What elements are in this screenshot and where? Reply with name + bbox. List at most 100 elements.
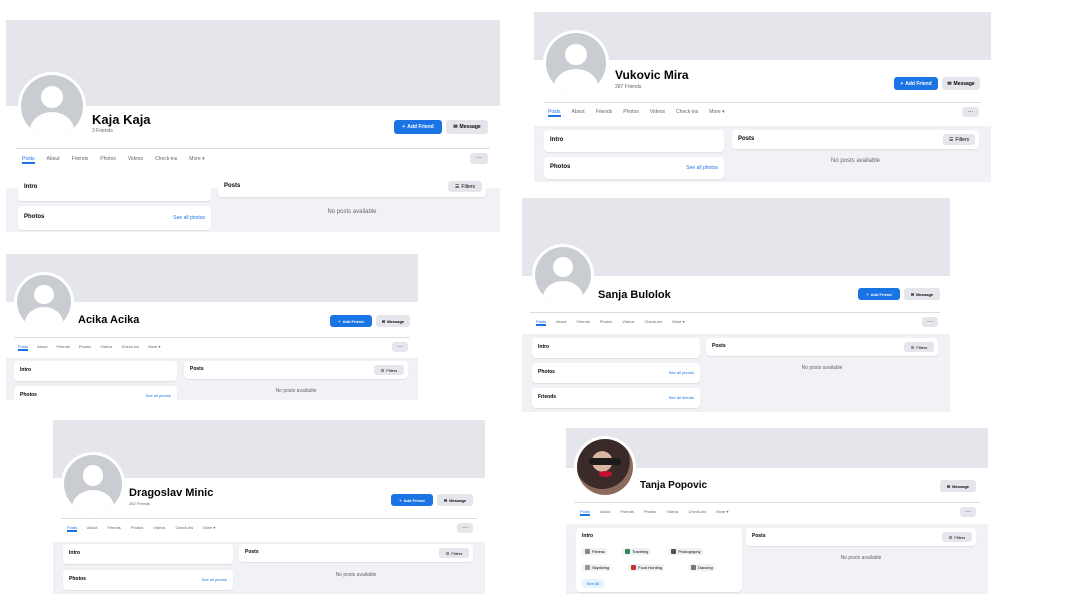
see-all-photos-link[interactable]: See all photos (202, 577, 227, 582)
tab-videos[interactable]: Videos (100, 344, 112, 351)
add-friend-button[interactable]: + Add Friend (394, 120, 442, 134)
profile-avatar[interactable] (61, 452, 125, 516)
tab-posts[interactable]: Posts (536, 319, 547, 326)
tab-photos[interactable]: Photos (100, 156, 116, 164)
tab-about[interactable]: About (556, 319, 566, 326)
tab-check-ins[interactable]: Check-ins (121, 344, 139, 351)
tab-posts[interactable]: Posts (22, 156, 35, 164)
tab-photos[interactable]: Photos (131, 525, 143, 532)
add-friend-button[interactable]: + Add Friend (894, 77, 938, 90)
tab-about[interactable]: About (87, 525, 97, 532)
tab-friends[interactable]: Friends (56, 344, 69, 351)
friends-count[interactable]: 282 Friends (129, 501, 150, 506)
tab-videos[interactable]: Videos (153, 525, 165, 532)
tab-photos[interactable]: Photos (79, 344, 91, 351)
tab-more[interactable]: More ▾ (716, 509, 728, 516)
tab-posts[interactable]: Posts (580, 509, 591, 516)
profile-avatar[interactable] (532, 244, 594, 306)
message-button[interactable]: ✉ Message (376, 315, 410, 327)
tab-about[interactable]: About (600, 509, 610, 516)
friends-count[interactable]: 3 Friends (92, 128, 113, 134)
see-all-photos-link[interactable]: See all photos (669, 370, 694, 375)
messenger-icon: ✉ (443, 497, 448, 503)
profile-tabs: Posts About Friends Photos Videos Check-… (536, 319, 684, 326)
friends-count[interactable]: 287 Friends (615, 84, 641, 90)
filters-button[interactable]: ☰ Filters (943, 134, 975, 145)
more-options-button[interactable]: ··· (922, 317, 938, 327)
tab-friends[interactable]: Friends (576, 319, 589, 326)
tab-more[interactable]: More ▾ (148, 344, 160, 351)
tab-about[interactable]: About (572, 109, 585, 117)
tab-more[interactable]: More ▾ (709, 109, 724, 117)
filters-button[interactable]: ☰ Filters (904, 342, 934, 352)
tab-check-ins[interactable]: Check-ins (155, 156, 177, 164)
tab-more[interactable]: More ▾ (189, 156, 204, 164)
tab-videos[interactable]: Videos (622, 319, 634, 326)
tab-photos[interactable]: Photos (623, 109, 639, 117)
see-all-friends-link[interactable]: See all friends (669, 395, 694, 400)
message-button[interactable]: ✉ Message (940, 480, 976, 492)
message-button[interactable]: ✉ Message (904, 288, 940, 300)
no-posts-message: No posts available (275, 388, 317, 394)
lips-shape (599, 471, 612, 478)
no-posts-message: No posts available (327, 209, 377, 215)
filters-button[interactable]: ☰ Filters (448, 181, 482, 192)
interest-chip: Traveling (622, 548, 652, 555)
profile-card-sanja-bulolok: Sanja Bulolok + Add Friend ✉ Message Posts… (522, 198, 950, 412)
interest-chip: Skydiving (582, 564, 613, 571)
tab-photos[interactable]: Photos (600, 319, 612, 326)
see-all-photos-link[interactable]: See all photos (146, 393, 171, 398)
filters-button[interactable]: ☰ Filters (374, 365, 404, 375)
see-all-photos-link[interactable]: See all photos (686, 165, 718, 171)
food-icon (631, 565, 636, 570)
tab-photos[interactable]: Photos (644, 509, 656, 516)
add-friend-button[interactable]: + Add Friend (858, 288, 900, 300)
profile-avatar[interactable] (14, 272, 74, 332)
tab-check-ins[interactable]: Check-ins (688, 509, 706, 516)
see-all-photos-link[interactable]: See all photos (173, 215, 205, 221)
person-add-icon: + (900, 80, 904, 87)
tab-more[interactable]: More ▾ (203, 525, 215, 532)
tab-check-ins[interactable]: Check-ins (175, 525, 193, 532)
posts-panel: Posts ☰ Filters (239, 544, 473, 562)
tab-friends[interactable]: Friends (107, 525, 120, 532)
more-options-button[interactable]: ··· (962, 107, 979, 117)
filter-icon: ☰ (445, 550, 450, 556)
message-button[interactable]: ✉ Message (942, 77, 980, 90)
filters-button[interactable]: ☰ Filters (942, 532, 972, 542)
tab-more[interactable]: More ▾ (672, 319, 684, 326)
profile-avatar[interactable] (574, 436, 636, 498)
add-friend-button[interactable]: + Add Friend (330, 315, 372, 327)
photos-title: Photos (538, 369, 555, 375)
tab-check-ins[interactable]: Check-ins (644, 319, 662, 326)
profile-avatar[interactable] (18, 72, 86, 140)
tab-friends[interactable]: Friends (596, 109, 613, 117)
tab-check-ins[interactable]: Check-ins (676, 109, 698, 117)
messenger-icon: ✉ (453, 124, 458, 130)
tab-posts[interactable]: Posts (18, 344, 29, 351)
person-add-icon: + (866, 291, 869, 297)
tab-about[interactable]: About (37, 344, 47, 351)
message-button[interactable]: ✉ Message (437, 494, 473, 506)
filters-button[interactable]: ☰ Filters (439, 548, 469, 558)
tab-about[interactable]: About (47, 156, 60, 164)
tab-posts[interactable]: Posts (548, 109, 561, 117)
more-options-button[interactable]: ··· (470, 153, 488, 164)
tab-friends[interactable]: Friends (620, 509, 633, 516)
tab-friends[interactable]: Friends (72, 156, 89, 164)
add-friend-button[interactable]: + Add Friend (391, 494, 433, 506)
more-options-button[interactable]: ··· (960, 507, 976, 517)
more-options-button[interactable]: ··· (392, 342, 408, 352)
see-all-button[interactable]: See All (582, 579, 604, 588)
tab-posts[interactable]: Posts (67, 525, 78, 532)
profile-avatar[interactable] (543, 30, 609, 96)
profile-name: Sanja Bulolok (598, 289, 671, 301)
tab-videos[interactable]: Videos (666, 509, 678, 516)
more-options-button[interactable]: ··· (457, 523, 473, 533)
tab-videos[interactable]: Videos (128, 156, 143, 164)
message-button[interactable]: ✉ Message (446, 120, 488, 134)
profile-tabs: Posts About Friends Photos Videos Check-… (548, 109, 725, 117)
tab-videos[interactable]: Videos (650, 109, 665, 117)
sunglasses-shape (589, 458, 621, 465)
photos-panel: Photos See all photos (63, 570, 233, 590)
